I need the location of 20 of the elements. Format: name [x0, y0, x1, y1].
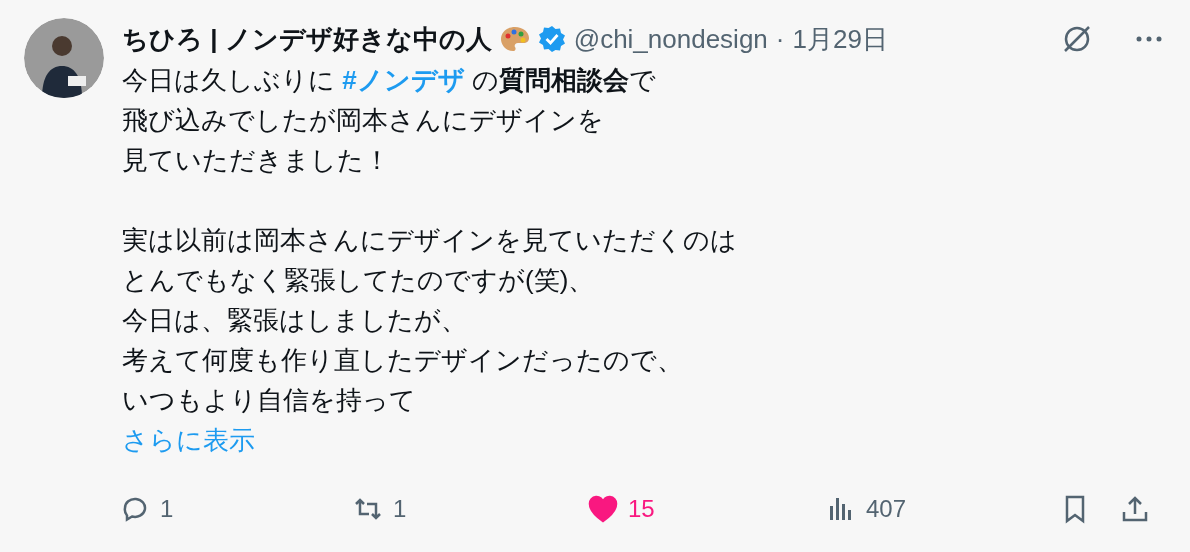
post-text-line: 今日は久しぶりに #ノンデザ の質問相談会で — [122, 64, 657, 97]
like-button[interactable]: 15 — [588, 494, 826, 524]
post-text-line: 実は以前は岡本さんにデザインを見ていただくのは — [122, 224, 738, 257]
post-text-line: 今日は、緊張はしましたが、 — [122, 304, 468, 337]
repost-button[interactable]: 1 — [353, 494, 588, 524]
separator: · — [775, 23, 785, 55]
heart-icon — [588, 494, 618, 524]
author-handle[interactable]: @chi_nondesign — [573, 23, 768, 55]
post-date[interactable]: 1月29日 — [792, 21, 888, 57]
avatar[interactable] — [24, 18, 104, 98]
views-button[interactable]: 407 — [826, 494, 1060, 524]
post-text-line: 見ていただきました！ — [122, 144, 391, 177]
post-text-line: 飛び込みでしたが岡本さんにデザインを — [122, 104, 605, 137]
palette-icon — [499, 26, 530, 52]
author-name[interactable]: ちひろ | ノンデザ好きな中の人 — [122, 21, 492, 57]
post-text-line: とんでもなく緊張してたのですが(笑)、 — [122, 264, 596, 297]
share-icon — [1120, 494, 1150, 524]
reply-button[interactable]: 1 — [120, 494, 353, 524]
post-text-line: いつもより自信を持って — [122, 384, 417, 417]
post-text-line: 考えて何度も作り直したデザインだったので、 — [122, 344, 684, 377]
